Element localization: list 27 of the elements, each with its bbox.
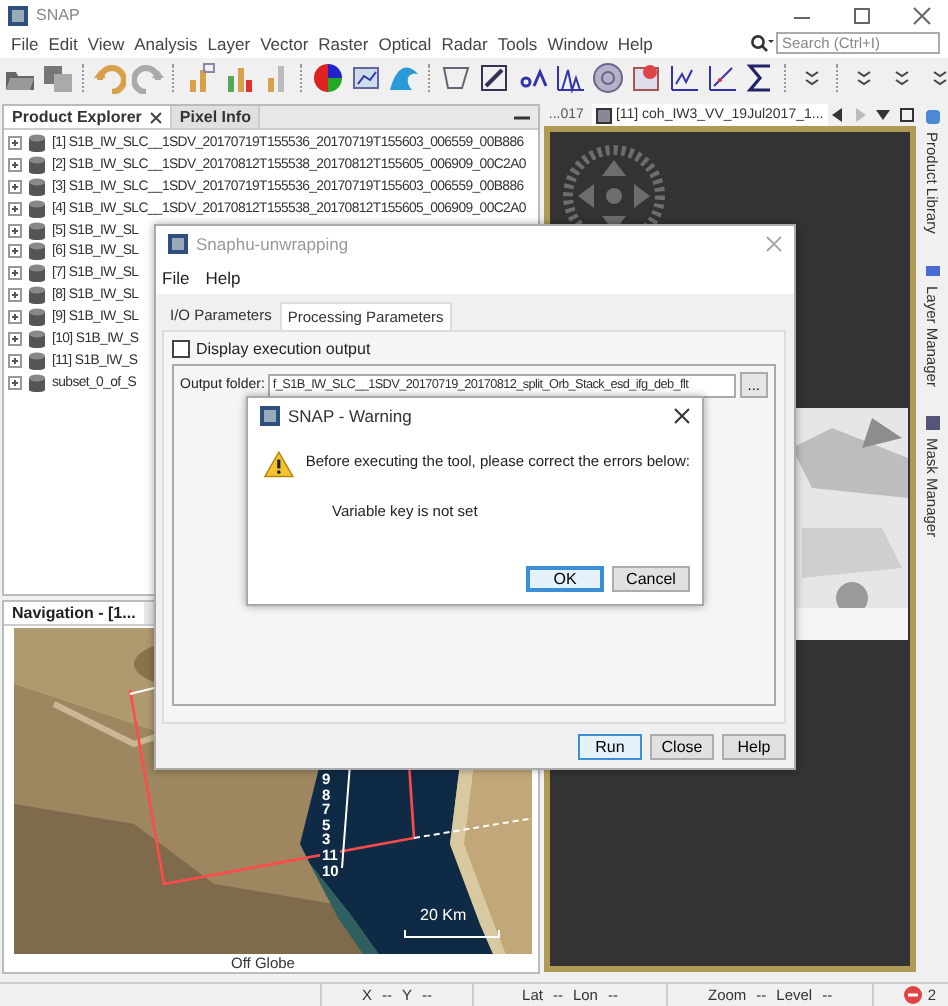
- dialog-button[interactable]: Run: [578, 734, 642, 760]
- panel-tab[interactable]: Pixel Info: [171, 106, 261, 128]
- dialog-button[interactable]: OK: [526, 566, 604, 592]
- dialog-button[interactable]: Cancel: [612, 566, 690, 592]
- menu-item[interactable]: View: [82, 33, 130, 53]
- menu-item[interactable]: Raster: [313, 33, 374, 53]
- menu-item[interactable]: Window: [542, 33, 613, 53]
- panel-tab[interactable]: Product Explorer: [4, 106, 172, 128]
- window-title: SNAP: [36, 6, 80, 24]
- panel-title: Navigation - [1...: [4, 602, 144, 624]
- scale-label: 20 Km: [420, 906, 467, 924]
- menu-item[interactable]: Radar: [436, 33, 493, 53]
- menu-item[interactable]: File: [6, 33, 44, 53]
- dialog-title: Snaphu-unwrapping: [196, 234, 349, 254]
- dialog-title: SNAP - Warning: [288, 406, 412, 426]
- menu-item[interactable]: Vector: [255, 33, 314, 53]
- menu-item[interactable]: Help: [205, 268, 241, 288]
- menu-item[interactable]: Tools: [492, 33, 543, 53]
- dialog-button[interactable]: Help: [722, 734, 786, 760]
- menu-item[interactable]: Layer: [202, 33, 256, 53]
- menu-item[interactable]: Help: [612, 33, 658, 53]
- menu-item[interactable]: File: [162, 268, 190, 288]
- menu-item[interactable]: Analysis: [129, 33, 203, 53]
- dialog-button[interactable]: Close: [650, 734, 714, 760]
- menu-item[interactable]: Edit: [43, 33, 83, 53]
- menu-item[interactable]: Optical: [373, 33, 437, 53]
- checkbox-label: Display execution output: [196, 340, 371, 358]
